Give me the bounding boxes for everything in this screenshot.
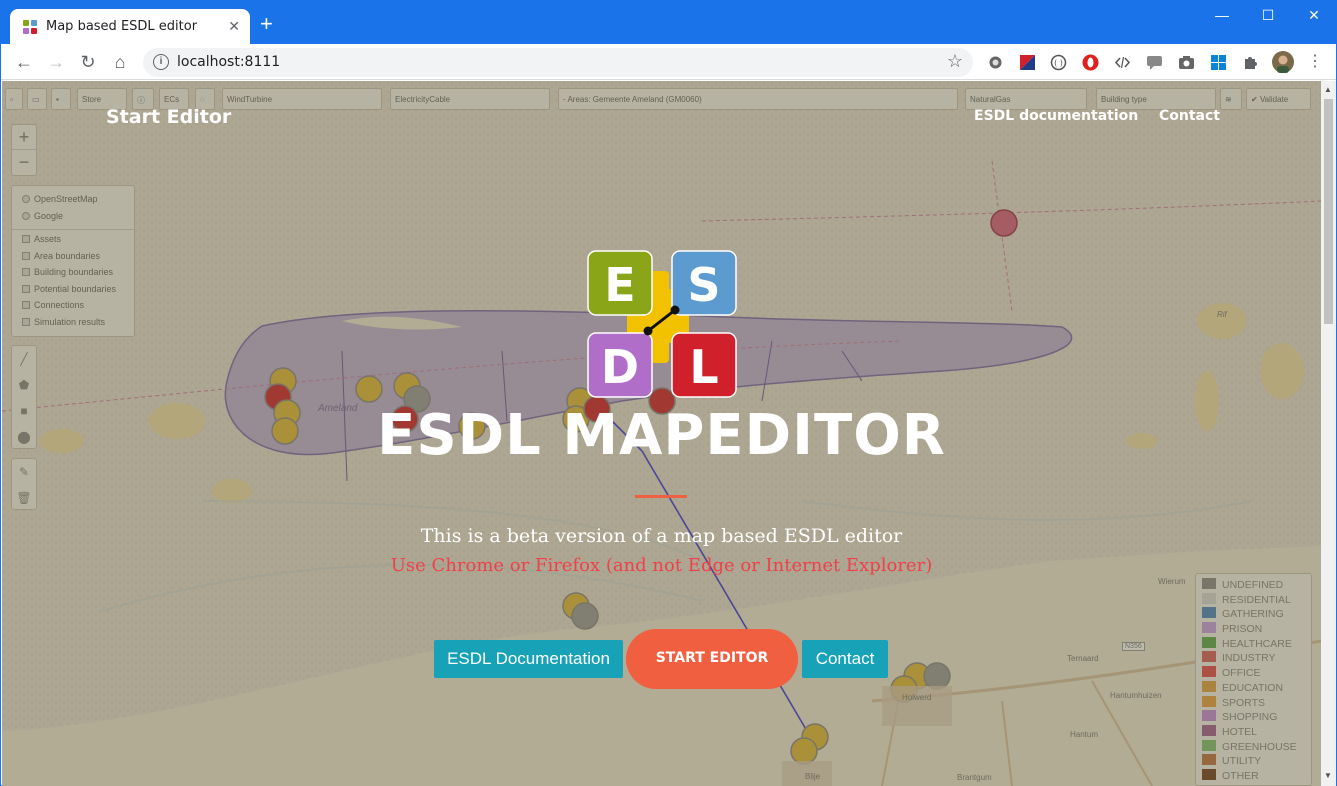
esdl-documentation-button[interactable]: ESDL Documentation bbox=[434, 640, 623, 678]
scroll-up-icon[interactable]: ▲ bbox=[1324, 85, 1332, 94]
home-button[interactable]: ⌂ bbox=[108, 51, 132, 73]
extension-windows-icon[interactable] bbox=[1210, 54, 1227, 71]
reload-button[interactable]: ↻ bbox=[76, 51, 100, 73]
extension-flag-icon[interactable] bbox=[1019, 54, 1036, 71]
tab-title: Map based ESDL editor bbox=[46, 19, 198, 34]
bookmark-star-icon[interactable]: ☆ bbox=[947, 51, 963, 72]
profile-avatar[interactable] bbox=[1272, 51, 1294, 73]
esdl-logo: E S D L bbox=[587, 250, 737, 398]
logo-letter-s: S bbox=[687, 258, 720, 312]
svg-text:( ): ( ) bbox=[1054, 59, 1063, 68]
page-content: Ameland Ternaard Holwerd Hantum Hantumhu… bbox=[2, 81, 1321, 786]
brand-start-editor-link[interactable]: Start Editor bbox=[106, 106, 231, 128]
start-editor-button[interactable]: START EDITOR bbox=[626, 629, 798, 689]
title-bar: Map based ESDL editor ✕ + — ☐ ✕ bbox=[1, 1, 1336, 44]
scroll-thumb[interactable] bbox=[1324, 99, 1333, 324]
extension-circle-icon[interactable] bbox=[987, 54, 1004, 71]
new-tab-button[interactable]: + bbox=[260, 13, 273, 35]
browser-window: Map based ESDL editor ✕ + — ☐ ✕ ← → ↻ ⌂ … bbox=[0, 0, 1337, 786]
tab-close-icon[interactable]: ✕ bbox=[228, 18, 240, 35]
logo-letter-l: L bbox=[689, 340, 718, 394]
scroll-down-icon[interactable]: ▼ bbox=[1324, 771, 1332, 780]
contact-button[interactable]: Contact bbox=[802, 640, 888, 678]
extension-globe-icon[interactable]: ( ) bbox=[1050, 54, 1067, 71]
esdl-favicon-icon bbox=[23, 20, 37, 34]
logo-letter-d: D bbox=[601, 340, 639, 394]
forward-button[interactable]: → bbox=[44, 51, 68, 73]
browser-tab[interactable]: Map based ESDL editor ✕ bbox=[10, 9, 250, 44]
address-bar[interactable]: i localhost:8111 ☆ bbox=[143, 48, 973, 77]
extension-camera-icon[interactable] bbox=[1178, 54, 1195, 71]
extension-code-icon[interactable] bbox=[1114, 54, 1131, 71]
extension-opera-icon[interactable] bbox=[1082, 54, 1099, 71]
nav-contact-link[interactable]: Contact bbox=[1159, 108, 1220, 124]
page-scrollbar[interactable]: ▲ ▼ bbox=[1321, 81, 1336, 786]
hero-title: ESDL MAPEDITOR bbox=[377, 403, 946, 468]
site-info-icon[interactable]: i bbox=[153, 54, 169, 70]
title-divider bbox=[635, 495, 687, 498]
browser-warning: Use Chrome or Firefox (and not Edge or I… bbox=[390, 555, 933, 576]
extensions-puzzle-icon[interactable] bbox=[1242, 54, 1259, 71]
beta-subtitle: This is a beta version of a map based ES… bbox=[420, 525, 903, 547]
extension-chat-icon[interactable] bbox=[1146, 54, 1163, 71]
browser-toolbar: ← → ↻ ⌂ i localhost:8111 ☆ ( ) ⋮ bbox=[1, 44, 1336, 80]
maximize-button[interactable]: ☐ bbox=[1245, 7, 1291, 24]
close-window-button[interactable]: ✕ bbox=[1291, 7, 1337, 24]
logo-letter-e: E bbox=[604, 258, 635, 312]
nav-esdl-documentation-link[interactable]: ESDL documentation bbox=[974, 108, 1138, 124]
url-text[interactable]: localhost:8111 bbox=[177, 54, 280, 70]
minimize-button[interactable]: — bbox=[1199, 7, 1245, 23]
browser-menu-icon[interactable]: ⋮ bbox=[1303, 51, 1327, 73]
back-button[interactable]: ← bbox=[12, 51, 36, 73]
